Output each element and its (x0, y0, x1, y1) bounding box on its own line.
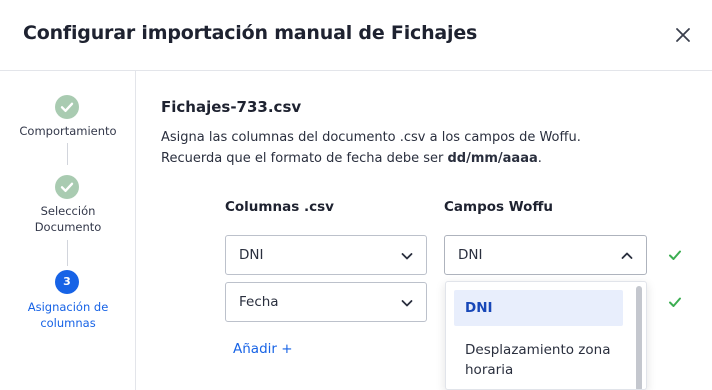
step-2-label: Selección Documento (0, 203, 136, 235)
description-prefix: Recuerda que el formato de fecha debe se… (161, 151, 448, 166)
valid-check-icon (669, 297, 681, 307)
csv-column-value-1: DNI (239, 247, 264, 263)
csv-column-select-1[interactable]: DNI (225, 235, 427, 275)
step-1-label: Comportamiento (19, 124, 117, 138)
woffu-field-select-1[interactable]: DNI (444, 235, 647, 275)
step-1-check-icon (55, 95, 79, 119)
description-line-1: Asigna las columnas del documento .csv a… (161, 130, 581, 145)
step-connector (67, 240, 68, 266)
chevron-down-icon (401, 300, 413, 307)
step-3-label-line-1: Asignación de (27, 300, 109, 314)
dropdown-option-dni[interactable]: DNI (454, 290, 623, 326)
description-line-2: Recuerda que el formato de fecha debe se… (161, 148, 581, 169)
step-2-label-line-2: Documento (34, 220, 102, 234)
step-3-number: 3 (55, 270, 79, 294)
woffu-fields-header: Campos Woffu (444, 199, 553, 215)
woffu-field-value-1: DNI (458, 247, 483, 263)
dialog-header: Configurar importación manual de Fichaje… (0, 0, 712, 71)
description: Asigna las columnas del documento .csv a… (161, 127, 581, 169)
valid-check-icon (669, 250, 681, 260)
option-line-1: Desplazamiento zona (465, 342, 611, 358)
main-panel: Fichajes-733.csv Asigna las columnas del… (137, 71, 712, 390)
chevron-down-icon (401, 253, 413, 260)
woffu-field-dropdown: DNI Desplazamiento zona horaria (445, 281, 647, 390)
dropdown-scrollbar[interactable] (636, 286, 642, 389)
step-3-label: Asignación de columnas (0, 299, 136, 331)
option-line-2: horaria (465, 362, 514, 378)
file-name: Fichajes-733.csv (161, 98, 302, 116)
date-format: dd/mm/aaaa (447, 151, 538, 166)
dialog-title: Configurar importación manual de Fichaje… (23, 22, 478, 44)
columns-csv-header: Columnas .csv (225, 199, 334, 215)
description-suffix: . (537, 151, 542, 166)
close-icon[interactable] (672, 24, 694, 46)
scrollbar-thumb[interactable] (636, 286, 642, 389)
step-2-label-line-1: Selección (40, 204, 96, 218)
chevron-up-icon (621, 252, 633, 259)
step-3-label-line-2: columnas (40, 316, 96, 330)
step-connector (67, 143, 68, 165)
csv-column-value-2: Fecha (239, 294, 279, 310)
csv-column-select-2[interactable]: Fecha (225, 282, 427, 322)
add-row-link[interactable]: Añadir + (233, 341, 293, 357)
dropdown-option-desplazamiento[interactable]: Desplazamiento zona horaria (454, 340, 623, 380)
stepper: Comportamiento Selección Documento 3 Asi… (0, 71, 136, 390)
step-2-check-icon (55, 175, 79, 199)
